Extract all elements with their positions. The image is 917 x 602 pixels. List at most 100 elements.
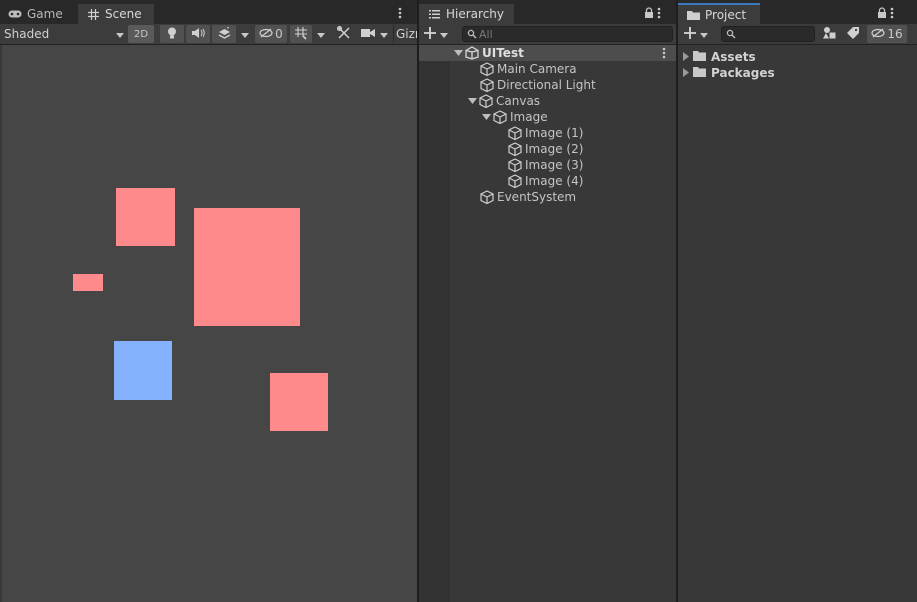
gamepad-icon — [8, 8, 22, 20]
hierarchy-item[interactable]: Image — [419, 109, 676, 125]
hierarchy-item-label: Canvas — [496, 94, 541, 108]
hierarchy-search-placeholder: All — [479, 27, 493, 41]
chevron-down-icon — [241, 27, 249, 41]
folder-icon — [693, 50, 706, 64]
scene-menu-icon[interactable] — [662, 47, 666, 62]
hierarchy-item[interactable]: Image (3) — [419, 157, 676, 173]
grid-dropdown[interactable] — [313, 25, 329, 43]
tag-icon — [847, 26, 859, 42]
gameobject-cube-icon — [480, 190, 494, 204]
toggle-2d-button[interactable]: 2D — [128, 25, 154, 43]
camera-dropdown[interactable] — [378, 25, 390, 43]
gameobject-cube-icon — [479, 94, 493, 108]
scene-name-label: UITest — [482, 46, 524, 60]
hierarchy-item-label: Directional Light — [497, 78, 596, 92]
hierarchy-menu-icon[interactable] — [657, 7, 667, 19]
grid-snap-toggle[interactable] — [290, 25, 312, 43]
hierarchy-item[interactable]: Main Camera — [419, 61, 676, 77]
unity-logo-icon — [465, 46, 479, 60]
effects-toggle[interactable] — [212, 25, 236, 43]
tab-hierarchy[interactable]: Hierarchy — [419, 4, 514, 24]
hierarchy-panel: Hierarchy All UITest Main Camera Directi… — [419, 0, 676, 602]
filter-by-type-button[interactable] — [818, 25, 840, 43]
chevron-down-icon — [700, 27, 708, 41]
shading-mode-dropdown[interactable]: Shaded — [4, 25, 124, 43]
gameobject-cube-icon — [508, 158, 522, 172]
hierarchy-item-label: Image (3) — [525, 158, 584, 172]
create-dropdown[interactable] — [424, 26, 456, 42]
folder-label: Assets — [711, 50, 756, 64]
expand-arrow-icon[interactable] — [467, 96, 477, 106]
lock-icon[interactable] — [644, 7, 654, 19]
expand-arrow-icon[interactable] — [453, 48, 463, 58]
folder-icon — [686, 9, 700, 21]
hidden-eye-icon — [259, 27, 273, 41]
gameobject-cube-icon — [480, 62, 494, 76]
hierarchy-toolbar: All — [419, 24, 676, 45]
folder-row-assets[interactable]: Assets — [678, 49, 917, 65]
scene-visibility-toggle[interactable]: 0 — [255, 25, 287, 43]
pink-rect-tiny[interactable] — [73, 274, 103, 291]
search-icon — [467, 29, 477, 42]
chevron-down-icon — [317, 27, 325, 41]
filter-by-label-button[interactable] — [842, 25, 864, 43]
gameobject-cube-icon — [493, 110, 507, 124]
expand-arrow-icon[interactable] — [683, 66, 689, 80]
hierarchy-item-label: Image (1) — [525, 126, 584, 140]
project-hidden-count: 16 — [887, 27, 903, 41]
tab-hierarchy-label: Hierarchy — [446, 7, 505, 21]
toggle-2d-label: 2D — [133, 28, 149, 40]
effects-dropdown[interactable] — [237, 25, 253, 43]
hierarchy-item-label: Image (2) — [525, 142, 584, 156]
tab-project-label: Project — [705, 7, 747, 22]
tools-icon — [336, 25, 351, 43]
scene-viewport[interactable] — [2, 45, 417, 602]
pink-rect-small[interactable] — [116, 188, 175, 246]
scene-menu-icon[interactable] — [398, 7, 408, 19]
project-search-input[interactable] — [721, 26, 815, 42]
effects-layers-icon — [218, 26, 231, 42]
tab-project[interactable]: Project — [678, 3, 760, 24]
expand-arrow-icon[interactable] — [683, 50, 689, 64]
hierarchy-search-input[interactable]: All — [462, 26, 673, 42]
chevron-down-icon — [380, 27, 388, 41]
folder-label: Packages — [711, 66, 775, 80]
speaker-icon — [191, 27, 205, 41]
lock-icon[interactable] — [877, 7, 887, 19]
folder-row-packages[interactable]: Packages — [678, 65, 917, 81]
hierarchy-item[interactable]: EventSystem — [419, 189, 676, 205]
create-dropdown[interactable] — [684, 26, 716, 42]
gameobject-cube-icon — [508, 174, 522, 188]
hierarchy-item-label: Image — [510, 110, 548, 124]
camera-button[interactable] — [358, 25, 378, 43]
grid-snap-icon — [294, 26, 308, 43]
shading-mode-label: Shaded — [4, 27, 50, 41]
project-visibility-toggle[interactable]: 16 — [867, 25, 907, 43]
project-menu-icon[interactable] — [890, 7, 900, 19]
hierarchy-item[interactable]: Directional Light — [419, 77, 676, 93]
plus-icon — [424, 26, 436, 42]
tab-scene-label: Scene — [105, 7, 142, 21]
tools-button[interactable] — [333, 25, 355, 43]
tab-scene[interactable]: Scene — [78, 4, 154, 24]
chevron-down-icon — [116, 27, 124, 41]
audio-toggle[interactable] — [186, 25, 210, 43]
hierarchy-item[interactable]: Canvas — [419, 93, 676, 109]
hierarchy-item[interactable]: Image (4) — [419, 173, 676, 189]
hierarchy-item[interactable]: Image (1) — [419, 125, 676, 141]
expand-arrow-icon[interactable] — [481, 112, 491, 122]
scene-root-row[interactable]: UITest — [419, 45, 676, 61]
pink-rect-bottom[interactable] — [270, 373, 328, 431]
lighting-toggle[interactable] — [160, 25, 184, 43]
hierarchy-item-label: Main Camera — [497, 62, 577, 76]
project-tabbar: Project — [678, 0, 917, 24]
camera-icon — [361, 27, 375, 41]
pink-rect-large[interactable] — [194, 208, 300, 326]
blue-rect[interactable] — [114, 341, 172, 400]
scene-hidden-count: 0 — [275, 27, 283, 41]
tab-game[interactable]: Game — [0, 4, 76, 24]
gizmos-dropdown[interactable]: Gizmos — [393, 25, 417, 43]
scene-panel: Game Scene Shaded 2D 0 Giz — [0, 0, 417, 602]
hierarchy-item[interactable]: Image (2) — [419, 141, 676, 157]
gameobject-cube-icon — [508, 126, 522, 140]
